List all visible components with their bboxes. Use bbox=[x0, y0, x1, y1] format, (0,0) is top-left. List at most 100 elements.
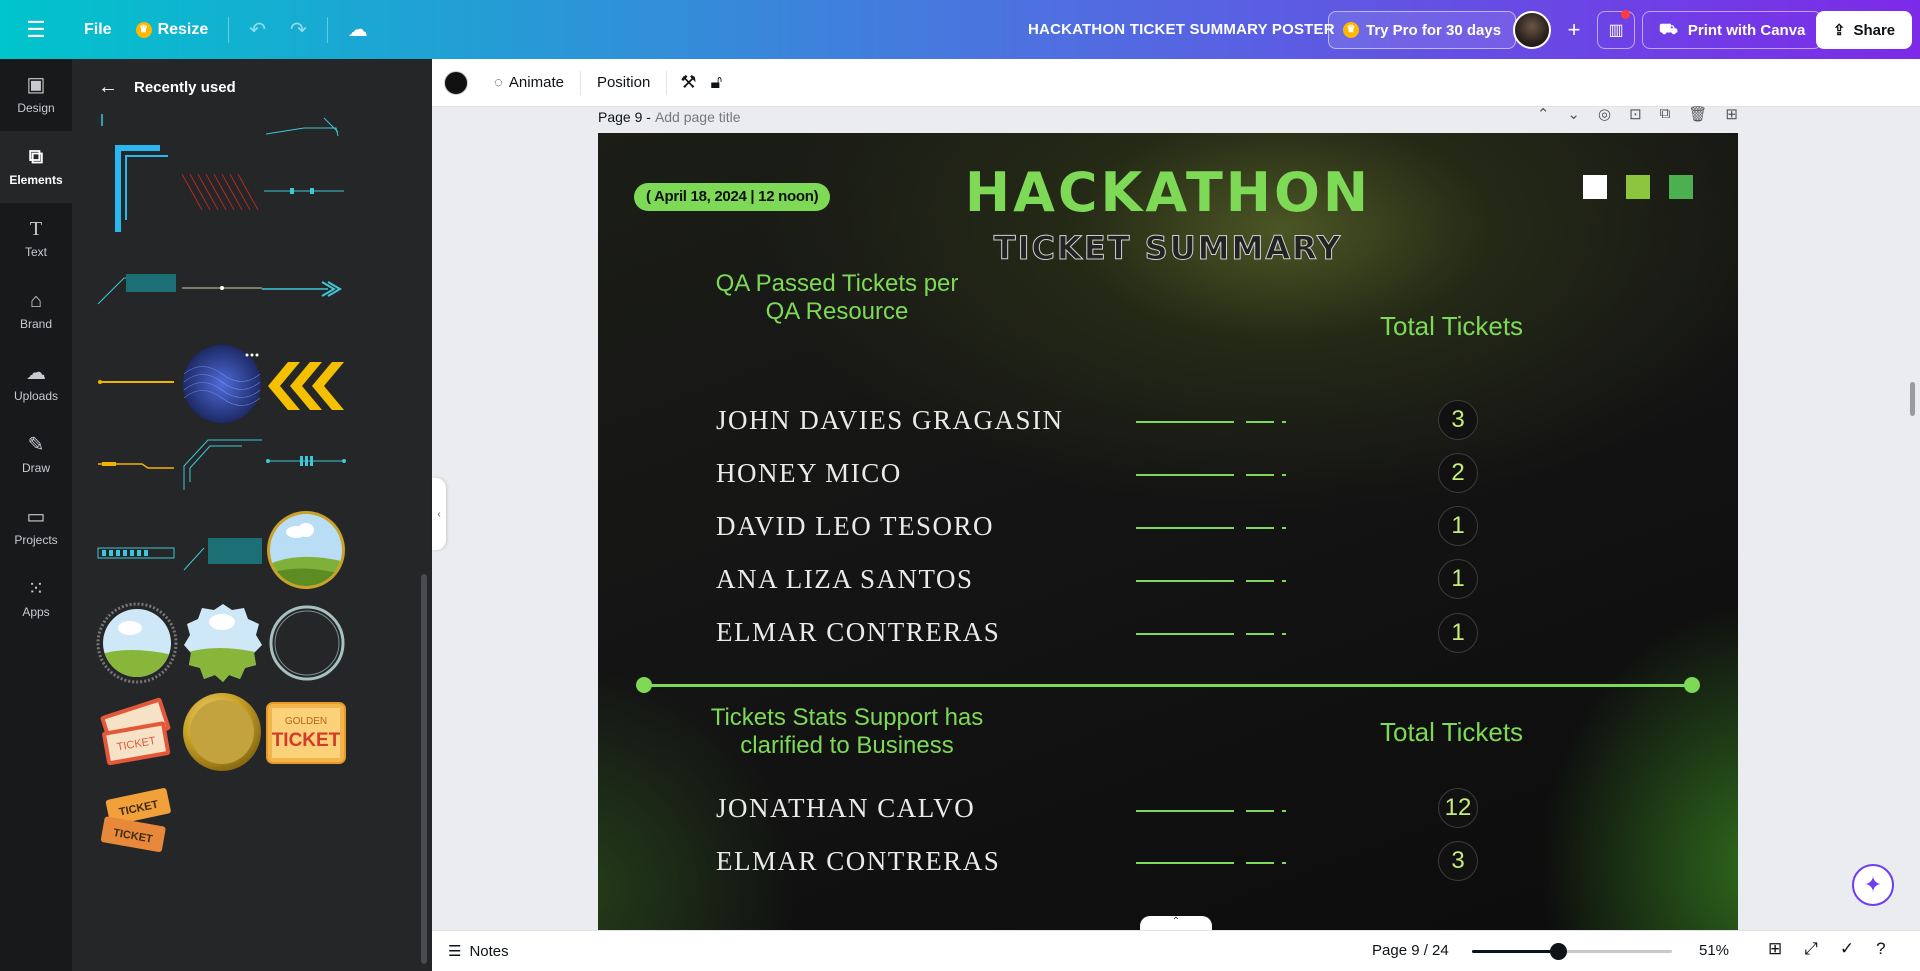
dash-line bbox=[1136, 810, 1286, 812]
rail-item-design[interactable]: ▣ Design bbox=[0, 59, 72, 131]
paint-roller-icon[interactable]: ⚒ bbox=[673, 72, 703, 93]
ticket-count-badge[interactable]: 1 bbox=[1438, 613, 1478, 653]
qa-name[interactable]: HONEY MICO bbox=[716, 458, 902, 489]
redo-icon[interactable]: ↷ bbox=[278, 17, 319, 42]
element-hud-slider[interactable] bbox=[266, 454, 346, 468]
print-with-canva-button[interactable]: ⛟ Print with Canva bbox=[1642, 11, 1823, 49]
poster-title[interactable]: HACKATHON bbox=[598, 161, 1738, 224]
chevron-up-icon[interactable]: ⌃ bbox=[1537, 105, 1550, 123]
bottom-bar: ☰ Notes Page 9 / 24 51% ⊞ ⤢ ✓ ? bbox=[432, 930, 1920, 971]
lock-icon[interactable]: 🔓︎ bbox=[703, 72, 729, 93]
chevron-down-icon[interactable]: ⌄ bbox=[1567, 105, 1580, 123]
rail-item-projects[interactable]: ▭ Projects bbox=[0, 491, 72, 563]
avatar[interactable] bbox=[1513, 11, 1551, 49]
zoom-value[interactable]: 51% bbox=[1699, 942, 1729, 959]
add-collaborator-icon[interactable]: + bbox=[1555, 11, 1593, 49]
try-pro-button[interactable]: ♛ Try Pro for 30 days bbox=[1328, 11, 1517, 49]
animate-button[interactable]: ◌ Animate bbox=[484, 59, 574, 107]
design-canvas[interactable]: ( April 18, 2024 | 12 noon) HACKATHON TI… bbox=[598, 133, 1738, 930]
menu-icon[interactable]: ☰ bbox=[0, 17, 72, 43]
qa-name[interactable]: ELMAR CONTRERAS bbox=[716, 617, 1000, 648]
element-landscape-scallop[interactable] bbox=[182, 602, 264, 684]
grid-view-icon[interactable]: ⊞ bbox=[1768, 939, 1782, 959]
ticket-count-badge[interactable]: 3 bbox=[1438, 400, 1478, 440]
section-divider[interactable] bbox=[636, 677, 1700, 693]
ticket-count-badge[interactable]: 12 bbox=[1438, 788, 1478, 828]
rail-item-elements[interactable]: ⧉ Elements bbox=[0, 131, 72, 203]
qa-name[interactable]: DAVID LEO TESORO bbox=[716, 511, 994, 542]
fullscreen-icon[interactable]: ⤢ bbox=[1804, 939, 1818, 959]
cloud-saved-icon[interactable]: ☁ bbox=[336, 17, 380, 42]
element-golden-ticket[interactable]: GOLDEN TICKET bbox=[266, 702, 346, 764]
element-yellow-dash-line[interactable] bbox=[96, 458, 178, 472]
element-red-lines[interactable] bbox=[182, 174, 260, 210]
support-name[interactable]: JONATHAN CALVO bbox=[716, 793, 975, 824]
position-button[interactable]: Position bbox=[587, 59, 660, 107]
rail-item-uploads[interactable]: ☁ Uploads bbox=[0, 347, 72, 419]
element-hud-tab[interactable] bbox=[96, 272, 178, 308]
rail-item-apps[interactable]: ⁙ Apps bbox=[0, 563, 72, 635]
collapse-panel-handle[interactable]: ‹ bbox=[432, 478, 446, 550]
element-hud-tab-2[interactable] bbox=[182, 534, 264, 574]
canvas-scrollbar[interactable] bbox=[1910, 382, 1915, 416]
rail-item-text[interactable]: T Text bbox=[0, 203, 72, 275]
qa-name[interactable]: ANA LIZA SANTOS bbox=[716, 564, 974, 595]
qa-name[interactable]: JOHN DAVIES GRAGASIN bbox=[716, 405, 1064, 436]
document-title[interactable]: HACKATHON TICKET SUMMARY POSTER bbox=[1028, 0, 1335, 59]
lock-page-icon[interactable]: ⊡ bbox=[1629, 105, 1642, 123]
ticket-count-badge[interactable]: 2 bbox=[1438, 453, 1478, 493]
page-counter[interactable]: Page 9 / 24 bbox=[1372, 942, 1449, 959]
check-circle-icon[interactable]: ✓ bbox=[1840, 939, 1854, 959]
undo-icon[interactable]: ↶ bbox=[237, 17, 278, 42]
rail-item-brand[interactable]: ⌂ Brand bbox=[0, 275, 72, 347]
trash-icon[interactable]: 🗑︎ bbox=[1688, 105, 1707, 123]
element-gold-circle[interactable] bbox=[182, 692, 262, 772]
element-striped-bar[interactable] bbox=[96, 544, 178, 562]
ticket-count-badge[interactable]: 3 bbox=[1438, 841, 1478, 881]
help-icon[interactable]: ? bbox=[1876, 939, 1885, 959]
ticket-count-badge[interactable]: 1 bbox=[1438, 506, 1478, 546]
element-hud-line[interactable] bbox=[96, 114, 116, 134]
panel-scrollbar[interactable] bbox=[419, 114, 429, 969]
duplicate-icon[interactable]: ⧉ bbox=[1660, 105, 1671, 123]
color-swatch[interactable] bbox=[444, 70, 468, 95]
rail-item-draw[interactable]: ✎ Draw bbox=[0, 419, 72, 491]
dash-line bbox=[1136, 862, 1286, 864]
section2-total-label[interactable]: Total Tickets bbox=[1380, 717, 1523, 748]
element-hud-circuit[interactable] bbox=[182, 432, 264, 492]
hide-eye-icon[interactable]: ◎ bbox=[1598, 105, 1611, 123]
view-controls: ⊞ ⤢ ✓ ? bbox=[1768, 939, 1886, 959]
section2-heading[interactable]: Tickets Stats Support has clarified to B… bbox=[682, 704, 1012, 760]
share-button[interactable]: ⇪ Share bbox=[1816, 11, 1912, 49]
element-glow-line[interactable] bbox=[182, 282, 262, 294]
element-red-tickets[interactable]: TICKET bbox=[96, 690, 178, 772]
add-page-icon[interactable]: ⊞ bbox=[1725, 105, 1738, 123]
element-hud-corner[interactable] bbox=[110, 140, 172, 236]
element-orange-tickets[interactable]: TICKETTICKET bbox=[96, 780, 178, 862]
zoom-slider[interactable] bbox=[1472, 943, 1672, 960]
element-landscape-rough-circle[interactable] bbox=[96, 602, 178, 684]
section1-heading[interactable]: QA Passed Tickets per QA Resource bbox=[702, 270, 972, 326]
element-hud-arrow[interactable] bbox=[262, 278, 344, 300]
notes-button[interactable]: ☰ Notes bbox=[448, 942, 509, 961]
back-arrow-icon[interactable]: ← bbox=[98, 76, 118, 99]
element-yellow-line[interactable] bbox=[96, 376, 178, 388]
element-landscape-circle[interactable] bbox=[266, 510, 346, 590]
element-hud-bar[interactable] bbox=[262, 182, 346, 200]
element-hud-frame-top[interactable] bbox=[264, 114, 340, 138]
zoom-knob[interactable] bbox=[1550, 943, 1567, 960]
bar-chart-icon: ▥ bbox=[1608, 22, 1624, 39]
element-grunge-circle[interactable] bbox=[266, 602, 348, 684]
support-name[interactable]: ELMAR CONTRERAS bbox=[716, 846, 1000, 877]
ticket-count-badge[interactable]: 1 bbox=[1438, 559, 1478, 599]
magic-sparkle-icon[interactable]: ✦ bbox=[1852, 864, 1894, 906]
resize-button[interactable]: ♛ Resize bbox=[124, 13, 221, 47]
element-yellow-chevrons[interactable] bbox=[266, 362, 346, 410]
file-menu-button[interactable]: File bbox=[72, 13, 124, 47]
page-title-input[interactable]: Add page title bbox=[655, 109, 741, 125]
scrollbar-thumb[interactable] bbox=[421, 574, 427, 964]
poster-subtitle[interactable]: TICKET SUMMARY bbox=[598, 229, 1738, 268]
more-options-icon[interactable] bbox=[244, 350, 260, 360]
section1-total-label[interactable]: Total Tickets bbox=[1380, 311, 1523, 342]
insights-button[interactable]: ▥ bbox=[1597, 10, 1635, 49]
